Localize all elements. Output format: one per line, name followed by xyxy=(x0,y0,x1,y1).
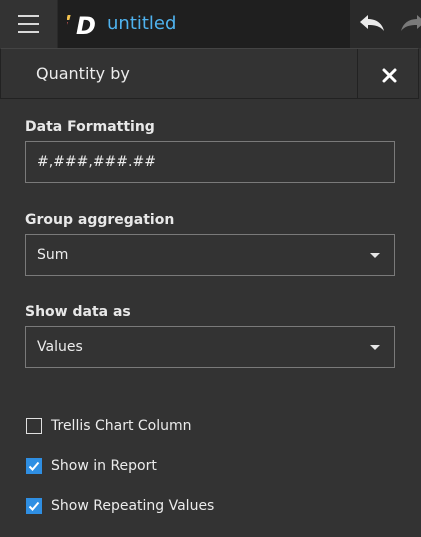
redo-button[interactable] xyxy=(397,8,421,40)
undo-icon xyxy=(360,15,384,31)
show-data-as-label: Show data as xyxy=(25,304,131,320)
checkmark-icon xyxy=(28,501,40,511)
panel-header: Quantity by xyxy=(0,48,419,99)
group-aggregation-value: Sum xyxy=(37,247,69,263)
logo-letter: D xyxy=(76,12,96,38)
chevron-down-icon xyxy=(370,253,380,258)
redo-icon xyxy=(401,15,421,31)
hamburger-icon-bar xyxy=(18,23,39,25)
group-aggregation-select[interactable]: Sum xyxy=(25,234,395,276)
top-bar: D untitled xyxy=(0,0,421,48)
hamburger-icon xyxy=(18,15,39,17)
checkmark-icon xyxy=(28,461,40,471)
show-repeating-values-checkbox[interactable] xyxy=(26,498,42,514)
document-title-area: D untitled xyxy=(58,0,350,48)
hamburger-icon-bar xyxy=(18,31,39,33)
show-data-as-select[interactable]: Values xyxy=(25,326,395,368)
trellis-chart-column-checkbox[interactable] xyxy=(26,418,42,434)
show-in-report-label[interactable]: Show in Report xyxy=(51,456,157,476)
data-formatting-value: #,###,###.## xyxy=(37,154,156,170)
chevron-down-icon xyxy=(370,345,380,350)
show-in-report-checkbox[interactable] xyxy=(26,458,42,474)
show-data-as-value: Values xyxy=(37,339,83,355)
panel-title: Quantity by xyxy=(36,64,130,83)
undo-button[interactable] xyxy=(356,8,396,40)
trellis-chart-column-label[interactable]: Trellis Chart Column xyxy=(51,416,192,436)
menu-button[interactable] xyxy=(0,0,57,48)
data-formatting-label: Data Formatting xyxy=(25,119,155,135)
close-icon xyxy=(382,68,397,83)
close-button[interactable] xyxy=(357,49,420,98)
show-repeating-values-label[interactable]: Show Repeating Values xyxy=(51,496,214,516)
document-title[interactable]: untitled xyxy=(107,12,176,36)
data-formatting-input[interactable]: #,###,###.## xyxy=(25,141,395,183)
group-aggregation-label: Group aggregation xyxy=(25,212,175,228)
app-logo-icon: D xyxy=(67,12,96,38)
